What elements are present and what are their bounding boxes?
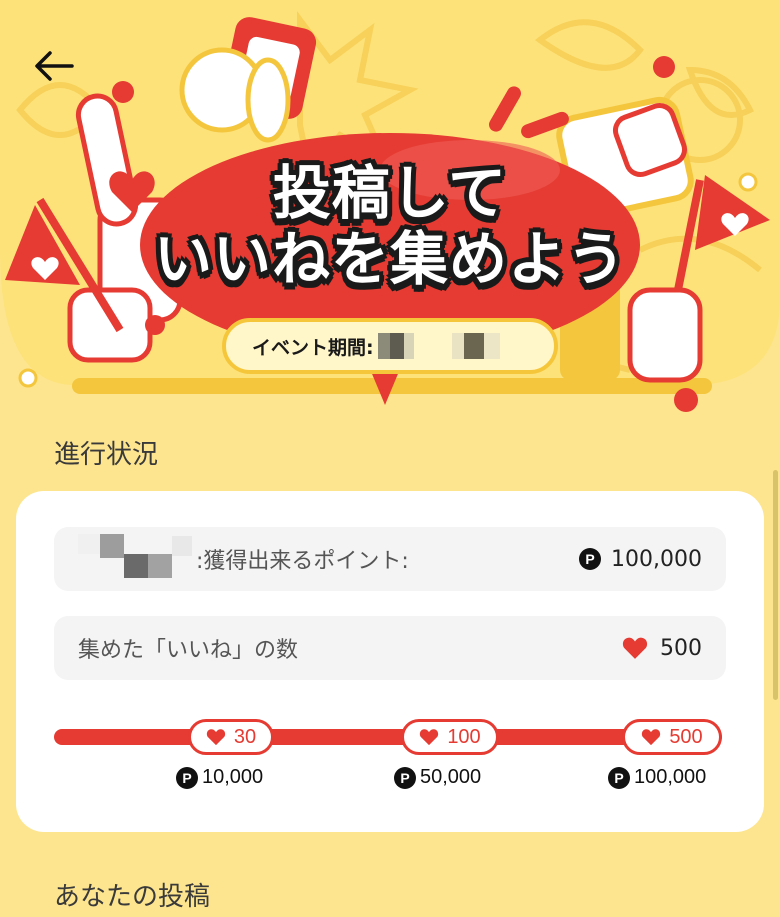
milestone-reward-value: 100,000 [634, 766, 707, 788]
milestone-reward-value: 10,000 [202, 766, 264, 788]
points-row: :獲得出来るポイント: P 100,000 [54, 527, 726, 591]
likes-row: 集めた「いいね」の数 500 [54, 616, 726, 680]
heart-icon [622, 637, 648, 659]
arrow-left-icon [35, 51, 74, 81]
point-coin-icon: P [608, 766, 630, 789]
heart-icon [642, 729, 661, 746]
redacted-text [78, 534, 192, 578]
milestone-reward: P 10,000 [176, 766, 263, 789]
milestone-reward-value: 50,000 [420, 766, 482, 788]
likes-value: 500 [660, 635, 702, 661]
banner-title-line2: いいねを集めよう [153, 225, 626, 293]
milestone-likes: 100 [447, 725, 481, 748]
points-value: 100,000 [611, 546, 702, 572]
milestone-reward: P 100,000 [608, 766, 706, 789]
posts-section-title: あなたの投稿 [54, 882, 211, 912]
point-coin-icon: P [394, 766, 416, 789]
back-button[interactable] [26, 40, 82, 92]
event-period-label: イベント期間: [252, 336, 374, 359]
heart-icon [420, 729, 439, 746]
heart-icon [206, 729, 226, 746]
scrollbar[interactable] [773, 470, 778, 700]
points-label: :獲得出来るポイント: [196, 549, 409, 574]
redacted-date [377, 333, 500, 359]
point-coin-icon: P [579, 548, 602, 570]
milestone-badge: 100 [401, 719, 499, 755]
point-coin-icon: P [176, 766, 198, 789]
banner-title-line1: 投稿して [272, 159, 508, 227]
milestone-likes: 500 [669, 725, 703, 748]
likes-label: 集めた「いいね」の数 [78, 638, 299, 663]
milestone-reward: P 50,000 [394, 766, 481, 789]
banner-title: 投稿して いいねを集めよう [0, 160, 780, 292]
progress-card: :獲得出来るポイント: P 100,000 集めた「いいね」の数 500 30 … [16, 491, 764, 832]
milestone-badge: 30 [188, 719, 274, 755]
milestone-badge: 500 [622, 719, 722, 755]
milestone-likes: 30 [233, 725, 257, 748]
progress-section-title: 進行状況 [54, 440, 159, 470]
event-banner: 投稿して いいねを集めよう イベント期間: [0, 0, 780, 415]
event-period-pill: イベント期間: [222, 318, 558, 374]
